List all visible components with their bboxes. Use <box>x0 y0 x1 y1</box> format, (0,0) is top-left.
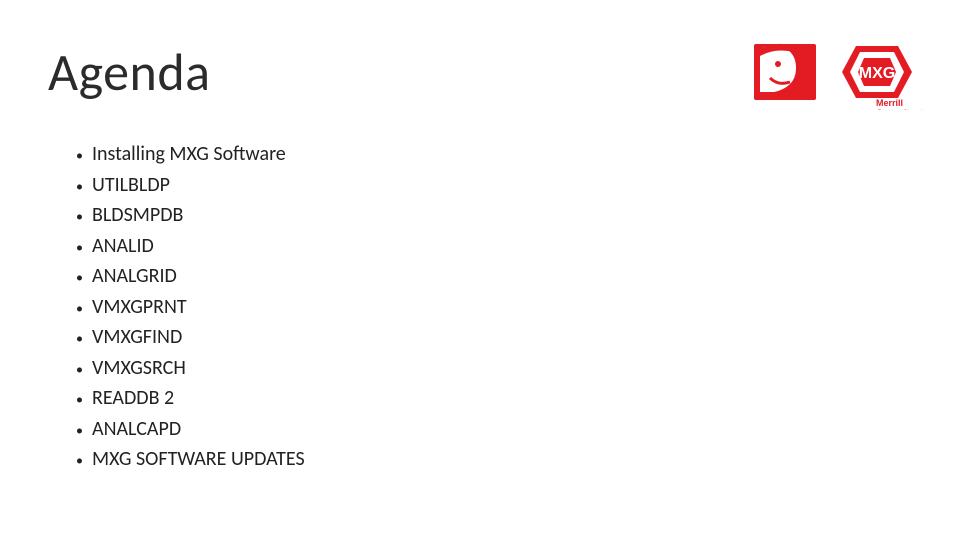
slide: Agenda • Installing MXG Software • UTILB… <box>0 0 960 540</box>
list-item-label: ANALCAPD <box>92 415 181 444</box>
bullet-icon: • <box>76 264 92 293</box>
bullet-icon: • <box>76 142 92 171</box>
list-item-label: VMXGPRNT <box>92 293 187 322</box>
list-item: • ANALGRID <box>76 262 305 293</box>
list-item: • Installing MXG Software <box>76 140 305 171</box>
bullet-icon: • <box>76 295 92 324</box>
bullet-icon: • <box>76 173 92 202</box>
bullet-icon: • <box>76 417 92 446</box>
list-item: • UTILBLDP <box>76 171 305 202</box>
list-item: • VMXGFIND <box>76 323 305 354</box>
logo-caption-2: Consultants <box>876 108 928 110</box>
bullet-icon: • <box>76 203 92 232</box>
logo-badge-text: MXG <box>859 65 895 82</box>
list-item: • ANALID <box>76 232 305 263</box>
list-item-label: MXG SOFTWARE UPDATES <box>92 445 305 474</box>
list-item: • BLDSMPDB <box>76 201 305 232</box>
logo-icon: MXG Merrill Consultants <box>752 38 932 110</box>
list-item: • VMXGSRCH <box>76 354 305 385</box>
bullet-icon: • <box>76 386 92 415</box>
merrill-mxg-logo: MXG Merrill Consultants <box>752 38 932 110</box>
bullet-icon: • <box>76 325 92 354</box>
list-item-label: Installing MXG Software <box>92 140 286 169</box>
list-item-label: READDB 2 <box>92 384 174 413</box>
list-item-label: VMXGSRCH <box>92 354 186 383</box>
list-item-label: ANALGRID <box>92 262 177 291</box>
list-item: • VMXGPRNT <box>76 293 305 324</box>
list-item-label: UTILBLDP <box>92 171 170 200</box>
bullet-icon: • <box>76 234 92 263</box>
list-item: • MXG SOFTWARE UPDATES <box>76 445 305 476</box>
bullet-icon: • <box>76 356 92 385</box>
list-item-label: VMXGFIND <box>92 323 182 352</box>
list-item: • READDB 2 <box>76 384 305 415</box>
list-item-label: ANALID <box>92 232 154 261</box>
bullet-icon: • <box>76 447 92 476</box>
page-title: Agenda <box>48 40 211 104</box>
logo-caption-1: Merrill <box>876 98 903 108</box>
agenda-list: • Installing MXG Software • UTILBLDP • B… <box>76 140 305 476</box>
list-item-label: BLDSMPDB <box>92 201 183 230</box>
list-item: • ANALCAPD <box>76 415 305 446</box>
